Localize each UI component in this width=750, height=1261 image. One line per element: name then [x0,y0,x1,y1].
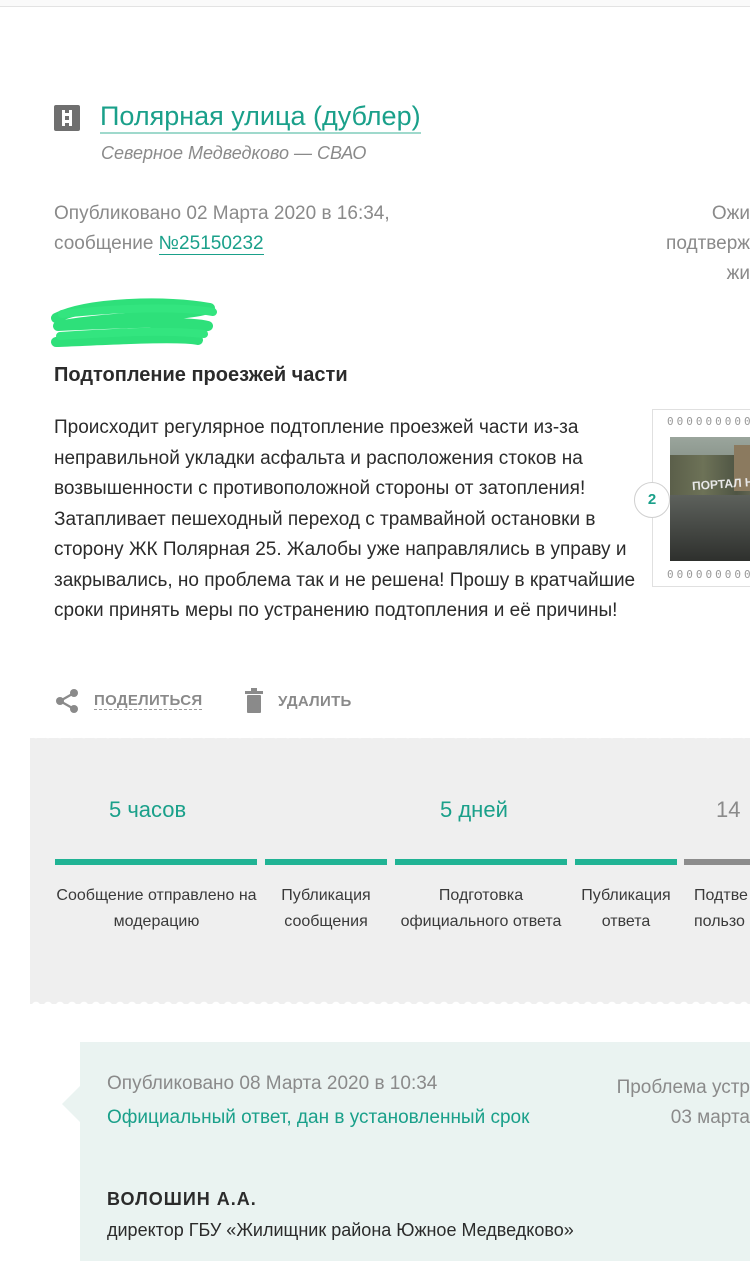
timeline-label-confirmation-line2: пользо [694,913,745,930]
answer-published-date: Опубликовано 08 Марта 2020 в 10:34 [107,1073,438,1094]
building-icon [54,105,80,131]
message-body: Происходит регулярное подтопление проезж… [54,417,636,621]
timeline-value-confirmation: 14 [716,797,741,822]
problem-status-line1: Проблема устр [616,1077,750,1098]
answer-pointer [62,1086,80,1122]
official-answer-status: Официальный ответ, дан в установленный с… [107,1107,530,1128]
timeline-zigzag-top [30,734,750,742]
timeline-label-publication: Публикация сообщения [281,887,371,930]
top-divider [0,0,750,7]
message-prefix: сообщение [54,233,154,254]
address-link[interactable]: Полярная улица (дублер) [100,100,421,134]
progress-timeline [30,738,750,1004]
district-label: Северное Медведково — СВАО [101,143,367,163]
message-number-link[interactable]: №25150232 [158,233,264,255]
answer-author-position: директор ГБУ «Жилищник района Южное Медв… [107,1220,574,1240]
flood-photo[interactable]: ПОРТАЛ Н [670,437,750,561]
timeline-value-answer-prep: 5 дней [440,797,508,822]
status-line-3: жи [726,263,750,284]
timeline-label-moderation: Сообщение отправлено на модерацию [56,887,257,930]
status-line-1: Ожи [711,203,750,224]
progress-bar-answer-prep [395,859,567,865]
share-icon [56,689,78,713]
status-info: Ожи подтверж жи [666,199,750,289]
status-line-2: подтверж [666,233,750,254]
problem-status: Проблема устр 03 марта [617,1073,750,1133]
answer-author-name: ВОЛОШИН А.А. [107,1189,257,1209]
redacted-author-scribble [51,298,217,347]
stamp-perforation-bottom: 000000000 [667,568,750,581]
share-label: ПОДЕЛИТЬСЯ [94,692,203,710]
photo-count-badge[interactable]: 2 [634,482,670,518]
timeline-label-answer-prep: Подготовка официального ответа [400,887,562,930]
trash-icon [245,688,263,713]
timeline-label-confirmation: Подтве пользо [694,883,750,935]
timeline-label-answer-publication: Публикация ответа [581,887,671,930]
delete-label: УДАЛИТЬ [278,692,352,710]
progress-bar-confirmation [684,859,750,865]
message-title: Подтопление проезжей части [54,364,348,386]
timeline-value-moderation: 5 часов [109,797,187,822]
published-date: Опубликовано 02 Марта 2020 в 16:34, [54,203,390,224]
delete-button[interactable]: УДАЛИТЬ [244,688,352,714]
timeline-zigzag-bottom [30,998,750,1006]
stamp-perforation-top: 000000000 [667,415,750,428]
problem-status-line2: 03 марта [670,1107,750,1128]
progress-bar-publication [265,859,387,865]
progress-bar-answer-publication [575,859,677,865]
progress-bar-moderation [55,859,257,865]
timeline-label-confirmation-line1: Подтве [694,887,748,904]
share-button[interactable]: ПОДЕЛИТЬСЯ [54,688,203,714]
publication-info: Опубликовано 02 Марта 2020 в 16:34, сооб… [54,199,390,259]
